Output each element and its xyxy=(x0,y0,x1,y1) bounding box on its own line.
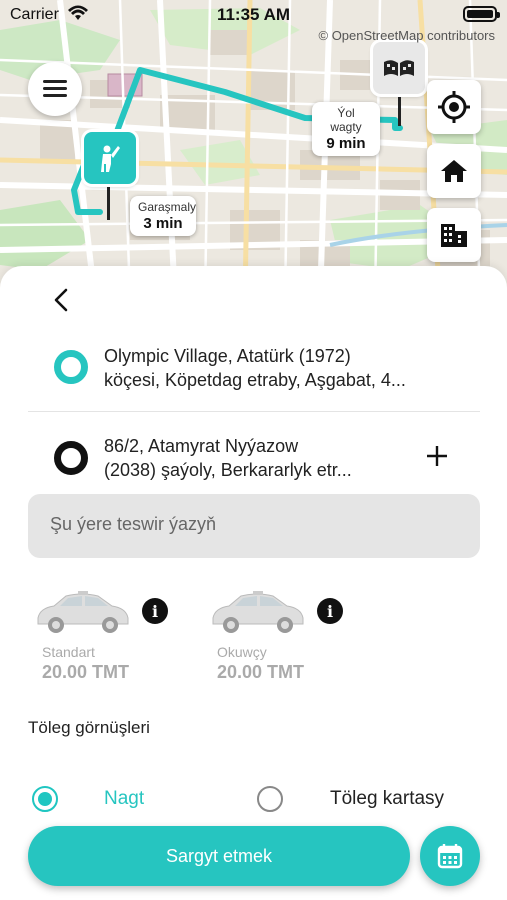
to-address-line2: (2038) şaýoly, Berkararlyk etr... xyxy=(104,460,352,480)
from-address-line2: köçesi, Köpetdag etraby, Aşgabat, 4... xyxy=(104,370,406,390)
person-waving-icon xyxy=(101,145,120,172)
home-button[interactable] xyxy=(427,144,481,198)
pickup-pin[interactable] xyxy=(84,132,136,184)
payment-card-label[interactable]: Töleg kartasy xyxy=(330,788,444,810)
payment-title: Töleg görnüşleri xyxy=(28,718,150,737)
to-address: 86/2, Atamyrat Nyýazow (2038) şaýoly, Be… xyxy=(104,434,404,482)
back-chevron-icon[interactable] xyxy=(48,286,76,314)
from-address-line1: Olympic Village, Atatürk (1972) xyxy=(104,346,351,366)
payment-cash-label[interactable]: Nagt xyxy=(104,788,144,810)
destination-marker-icon xyxy=(54,441,88,475)
clock: 11:35 AM xyxy=(216,5,291,24)
to-address-line1: 86/2, Atamyrat Nyýazow xyxy=(104,436,299,456)
locate-icon xyxy=(438,91,470,123)
status-bar: Carrier 11:35 AM xyxy=(0,0,507,30)
pickup-eta-label: Garaşmaly xyxy=(138,200,197,214)
car-icon xyxy=(212,591,304,633)
map-view[interactable]: Carrier 11:35 AM © OpenStreetMap contrib… xyxy=(0,0,507,300)
origin-marker-icon xyxy=(54,350,88,384)
order-button-label: Sargyt etmek xyxy=(165,845,273,866)
battery-icon xyxy=(463,6,500,22)
from-address: Olympic Village, Atatürk (1972) köçesi, … xyxy=(104,344,474,392)
destination-pin[interactable] xyxy=(373,42,425,94)
comment-placeholder: Şu ýere teswir ýazyň xyxy=(50,514,217,534)
trip-eta-label: Ýol wagty xyxy=(330,106,362,134)
checkered-flag-icon xyxy=(384,60,414,76)
map-attribution[interactable]: © OpenStreetMap contributors xyxy=(319,28,496,43)
car-option-standart[interactable]: i Standart 20.00 TMT xyxy=(28,588,188,698)
car-name: Standart xyxy=(42,644,95,660)
menu-icon xyxy=(43,80,67,98)
info-icon[interactable]: i xyxy=(142,598,168,624)
car-price: 20.00 TMT xyxy=(42,662,130,682)
calendar-icon xyxy=(437,844,463,869)
add-stop-icon[interactable] xyxy=(424,443,450,469)
from-address-row[interactable]: Olympic Village, Atatürk (1972) köçesi, … xyxy=(0,336,507,396)
schedule-button[interactable] xyxy=(420,826,480,886)
trip-eta-value: 9 min xyxy=(326,135,366,152)
car-icon xyxy=(37,591,129,633)
pickup-eta-value: 3 min xyxy=(143,215,183,232)
home-icon xyxy=(441,160,467,182)
trip-eta-bubble: Ýol wagty 9 min xyxy=(312,102,380,156)
pickup-pin-stick xyxy=(107,180,110,220)
car-name: Okuwçy xyxy=(217,644,267,660)
order-button[interactable]: Sargyt etmek xyxy=(28,826,410,886)
car-price: 20.00 TMT xyxy=(217,662,305,682)
payment-cash-radio[interactable] xyxy=(32,786,58,812)
work-button[interactable] xyxy=(427,208,481,262)
car-option-okuwcy[interactable]: i Okuwçy 20.00 TMT xyxy=(203,588,363,698)
payment-card-radio[interactable] xyxy=(257,786,283,812)
order-sheet: Olympic Village, Atatürk (1972) köçesi, … xyxy=(0,266,507,900)
info-icon[interactable]: i xyxy=(317,598,343,624)
address-divider xyxy=(28,411,480,412)
comment-input[interactable]: Şu ýere teswir ýazyň xyxy=(28,494,480,558)
menu-button[interactable] xyxy=(28,62,82,116)
building-icon xyxy=(441,224,467,247)
pickup-eta-bubble: Garaşmaly 3 min xyxy=(130,196,196,236)
locate-button[interactable] xyxy=(427,80,481,134)
